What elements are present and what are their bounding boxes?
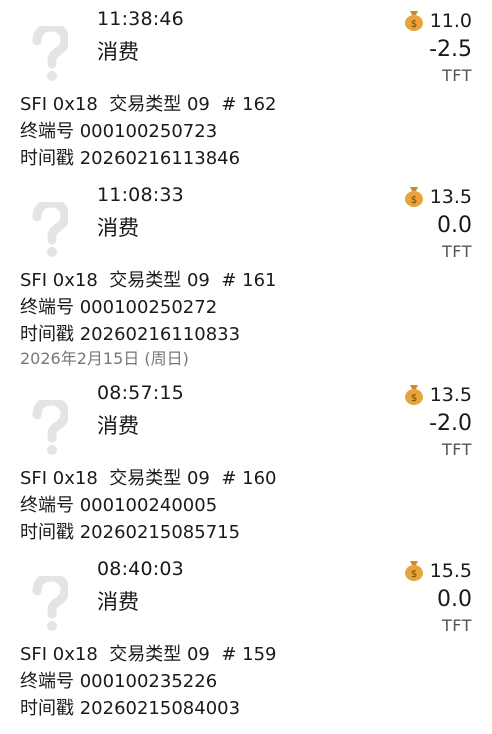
transaction-details: SFI 0x18 交易类型 09 # 159 终端号 000100235226 … bbox=[20, 641, 277, 722]
transaction-amounts: $ 11.0 -2.5 TFT bbox=[404, 8, 472, 85]
transaction-item[interactable]: 11:38:46 消费 $ 11.0 -2.5 TFT SFI 0x18 交易类… bbox=[0, 0, 492, 174]
svg-text:$: $ bbox=[411, 19, 417, 30]
currency-label: TFT bbox=[442, 242, 472, 261]
transaction-time: 08:57:15 bbox=[97, 382, 184, 404]
transaction-item[interactable]: 11:08:33 消费 $ 13.5 0.0 TFT SFI 0x18 交易类型… bbox=[0, 174, 492, 350]
balance-row: $ 11.0 bbox=[404, 8, 472, 34]
balance-row: $ 13.5 bbox=[404, 184, 472, 210]
question-mark-icon bbox=[32, 26, 68, 81]
question-mark-icon bbox=[32, 576, 68, 631]
transaction-time: 11:38:46 bbox=[97, 8, 184, 30]
balance-row: $ 15.5 bbox=[404, 558, 472, 584]
money-bag-icon: $ bbox=[404, 11, 423, 31]
amount-value: 0.0 bbox=[437, 587, 472, 612]
money-bag-icon: $ bbox=[404, 187, 423, 207]
money-bag-icon: $ bbox=[404, 385, 423, 405]
sfi-line: SFI 0x18 交易类型 09 # 162 bbox=[20, 94, 277, 115]
balance-value: 11.0 bbox=[429, 10, 472, 32]
terminal-line: 终端号 000100235226 bbox=[20, 671, 218, 692]
transaction-amounts: $ 13.5 0.0 TFT bbox=[404, 184, 472, 261]
terminal-line: 终端号 000100250272 bbox=[20, 297, 218, 318]
timestamp-line: 时间戳 20260216113846 bbox=[20, 148, 241, 169]
svg-text:$: $ bbox=[411, 393, 417, 404]
transaction-item[interactable]: 08:57:15 消费 $ 13.5 -2.0 TFT SFI 0x18 交易类… bbox=[0, 372, 492, 548]
transaction-type: 消费 bbox=[97, 216, 139, 240]
question-mark-icon bbox=[32, 202, 68, 257]
transaction-type: 消费 bbox=[97, 40, 139, 64]
balance-value: 15.5 bbox=[429, 560, 472, 582]
sfi-line: SFI 0x18 交易类型 09 # 161 bbox=[20, 270, 277, 291]
terminal-line: 终端号 000100240005 bbox=[20, 495, 218, 516]
money-bag-icon: $ bbox=[404, 561, 423, 581]
transaction-type: 消费 bbox=[97, 590, 139, 614]
timestamp-line: 时间戳 20260215085715 bbox=[20, 522, 241, 543]
question-mark-icon bbox=[32, 400, 68, 455]
svg-text:$: $ bbox=[411, 195, 417, 206]
transaction-list: 11:38:46 消费 $ 11.0 -2.5 TFT SFI 0x18 交易类… bbox=[0, 0, 492, 724]
amount-value: 0.0 bbox=[437, 213, 472, 238]
currency-label: TFT bbox=[442, 616, 472, 635]
svg-text:$: $ bbox=[411, 569, 417, 580]
transaction-amounts: $ 13.5 -2.0 TFT bbox=[404, 382, 472, 459]
transaction-item[interactable]: 08:40:03 消费 $ 15.5 0.0 TFT SFI 0x18 交易类型… bbox=[0, 548, 492, 724]
terminal-line: 终端号 000100250723 bbox=[20, 121, 218, 142]
transaction-type: 消费 bbox=[97, 414, 139, 438]
currency-label: TFT bbox=[442, 66, 472, 85]
balance-value: 13.5 bbox=[429, 186, 472, 208]
transaction-time: 11:08:33 bbox=[97, 184, 184, 206]
balance-row: $ 13.5 bbox=[404, 382, 472, 408]
sfi-line: SFI 0x18 交易类型 09 # 160 bbox=[20, 468, 277, 489]
transaction-details: SFI 0x18 交易类型 09 # 161 终端号 000100250272 … bbox=[20, 267, 277, 348]
transaction-time: 08:40:03 bbox=[97, 558, 184, 580]
sfi-line: SFI 0x18 交易类型 09 # 159 bbox=[20, 644, 277, 665]
transaction-amounts: $ 15.5 0.0 TFT bbox=[404, 558, 472, 635]
transaction-details: SFI 0x18 交易类型 09 # 162 终端号 000100250723 … bbox=[20, 91, 277, 172]
transaction-details: SFI 0x18 交易类型 09 # 160 终端号 000100240005 … bbox=[20, 465, 277, 546]
currency-label: TFT bbox=[442, 440, 472, 459]
timestamp-line: 时间戳 20260215084003 bbox=[20, 698, 241, 719]
balance-value: 13.5 bbox=[429, 384, 472, 406]
timestamp-line: 时间戳 20260216110833 bbox=[20, 324, 241, 345]
amount-value: -2.5 bbox=[429, 37, 472, 62]
amount-value: -2.0 bbox=[429, 411, 472, 436]
